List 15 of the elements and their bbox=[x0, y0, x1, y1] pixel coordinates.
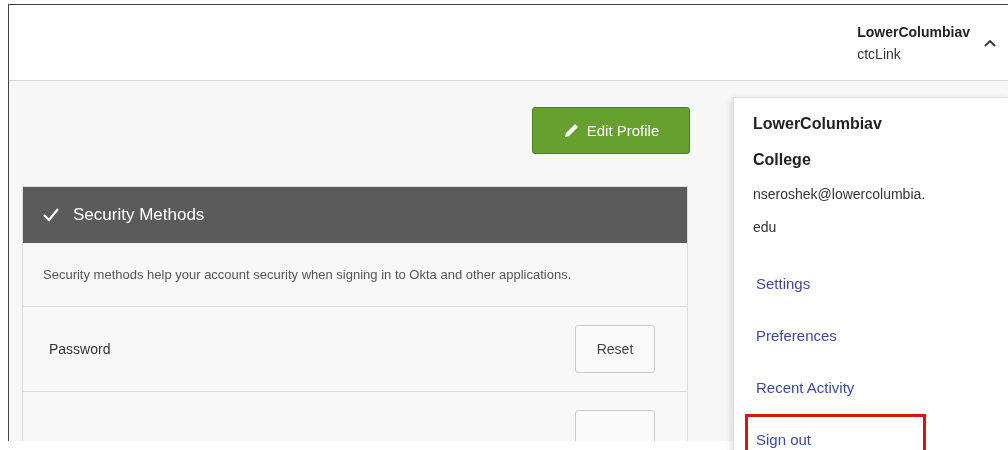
caret-icon[interactable] bbox=[984, 38, 996, 47]
menu-email: nseroshek@lowercolumbia.edu bbox=[753, 185, 927, 237]
org-name: ctcLink bbox=[857, 45, 902, 62]
user-name: LowerColumbiav bbox=[857, 23, 970, 40]
menu-link[interactable]: Recent Activity bbox=[745, 362, 926, 414]
checkmark-icon bbox=[43, 208, 59, 222]
menu-link[interactable]: Settings bbox=[745, 258, 926, 310]
panel-description: Security methods help your account security when signing in to Okta and other applications. bbox=[23, 243, 687, 307]
reset-button[interactable]: Reset bbox=[575, 325, 655, 373]
method-label: Password bbox=[49, 341, 111, 357]
panel-title: Security Methods bbox=[73, 205, 205, 225]
pencil-icon bbox=[562, 122, 579, 139]
menu-org-name: LowerColumbiav College bbox=[753, 114, 883, 170]
menu-link[interactable]: Sign out bbox=[745, 414, 926, 450]
menu-link[interactable]: Preferences bbox=[745, 310, 926, 362]
